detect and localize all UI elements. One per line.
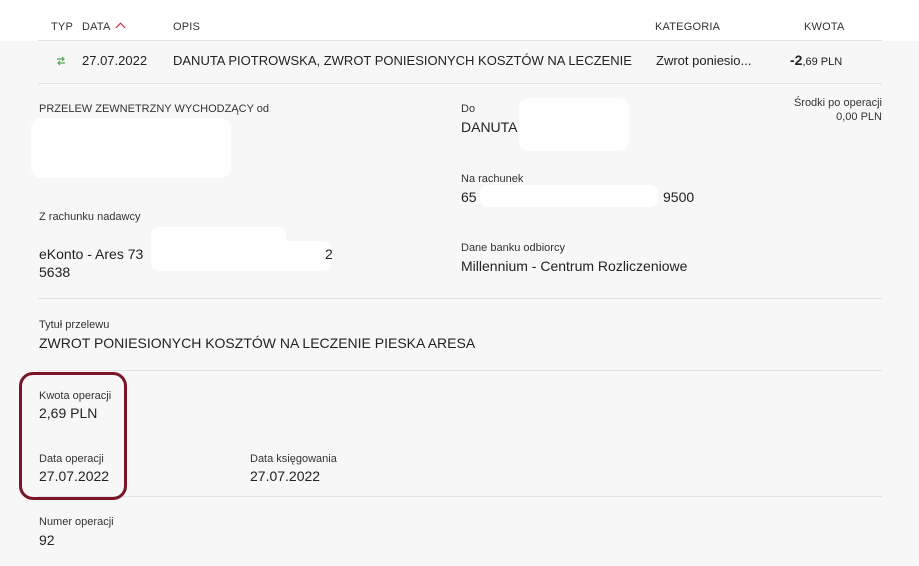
- sender-account-name: eKonto - Ares 73: [39, 246, 144, 262]
- sender-account-number: 5638: [39, 264, 71, 280]
- transfer-type-label: PRZELEW ZEWNETRZNY WYCHODZĄCY od: [39, 103, 270, 115]
- divider: [38, 496, 882, 497]
- transfer-title-label: Tytuł przelewu: [39, 319, 110, 331]
- funds-after-value: 0,00 PLN: [836, 111, 882, 123]
- column-header-data[interactable]: DATA: [82, 21, 125, 33]
- transaction-row[interactable]: 27.07.2022 DANUTA PIOTROWSKA, ZWROT PONI…: [38, 41, 882, 83]
- transaction-date: 27.07.2022: [82, 53, 148, 68]
- transaction-category: Zwrot poniesio...: [656, 53, 752, 68]
- sort-ascending-icon[interactable]: [115, 22, 125, 33]
- column-header-opis[interactable]: OPIS: [173, 21, 200, 33]
- redaction-block: [151, 241, 331, 271]
- divider: [38, 298, 882, 299]
- recipient-bank-name: Millennium - Centrum Rozliczeniowe: [461, 258, 688, 274]
- table-header: TYP DATA OPIS KATEGORIA KWOTA: [0, 0, 919, 41]
- swap-arrows-icon: [55, 55, 67, 67]
- account-number-suffix: 9500: [663, 189, 695, 205]
- swap-arrows-icon-svg: [57, 56, 65, 66]
- recipient-bank-label: Dane banku odbiorcy: [461, 242, 565, 254]
- amount-major: -2: [790, 52, 803, 68]
- account-number-label: Na rachunek: [461, 173, 524, 185]
- column-header-typ[interactable]: TYP: [51, 21, 73, 33]
- column-header-kwota[interactable]: KWOTA: [804, 21, 845, 33]
- highlight-annotation: [19, 372, 127, 500]
- booking-date-label: Data księgowania: [250, 453, 337, 465]
- recipient-name: DANUTA: [461, 119, 518, 135]
- redaction-block: [480, 185, 658, 207]
- redaction-block: [519, 98, 629, 151]
- transaction-description: DANUTA PIOTROWSKA, ZWROT PONIESIONYCH KO…: [173, 53, 632, 68]
- recipient-label: Do: [461, 103, 476, 115]
- column-header-kategoria[interactable]: KATEGORIA: [655, 21, 720, 33]
- transaction-amount: -2,69 PLN: [790, 52, 842, 68]
- divider: [38, 370, 882, 371]
- booking-date-value: 27.07.2022: [250, 468, 321, 484]
- redaction-block: [31, 118, 231, 178]
- funds-after-label: Środki po operacji: [793, 97, 882, 109]
- account-number-prefix: 65: [461, 189, 477, 205]
- divider: [38, 83, 882, 84]
- sender-account-tail: 2: [325, 246, 333, 262]
- transfer-title-value: ZWROT PONIESIONYCH KOSZTÓW NA LECZENIE P…: [39, 335, 476, 351]
- operation-number-value: 92: [39, 532, 55, 548]
- sender-account-label: Z rachunku nadawcy: [39, 211, 141, 223]
- operation-number-label: Numer operacji: [39, 516, 114, 528]
- column-header-data-label: DATA: [82, 21, 111, 33]
- amount-minor: ,69 PLN: [802, 56, 843, 68]
